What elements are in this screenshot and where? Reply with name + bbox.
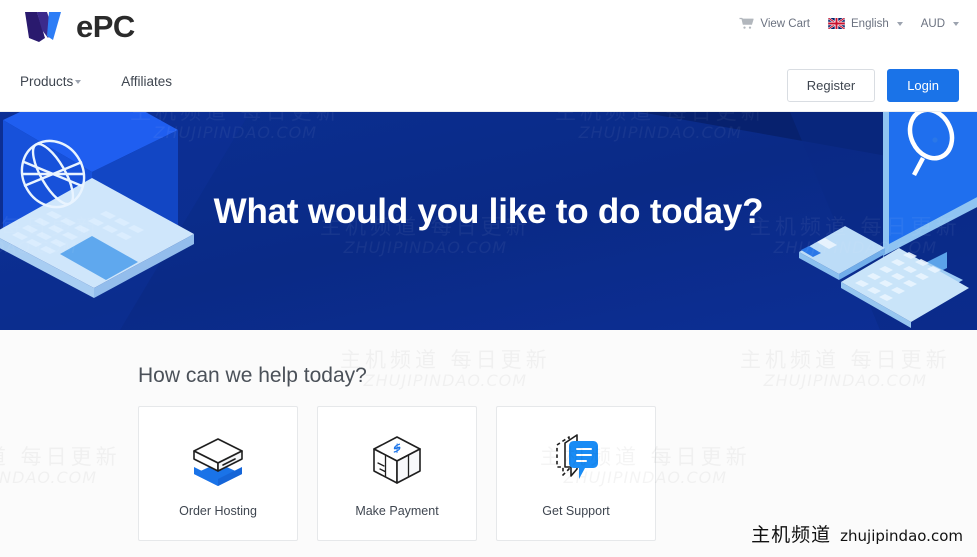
currency-selector[interactable]: AUD <box>921 18 959 30</box>
card-order-hosting-label: Order Hosting <box>179 504 257 518</box>
card-get-support[interactable]: Get Support <box>496 406 656 541</box>
register-button[interactable]: Register <box>786 69 876 102</box>
site-watermark-en: zhujipindao.com <box>840 527 963 545</box>
nav-item-products[interactable]: Products <box>20 74 82 89</box>
language-label: English <box>851 17 889 30</box>
page-root: ePC View Cart English AUD Products Affil… <box>0 0 977 557</box>
chevron-down-icon <box>75 79 82 84</box>
uk-flag-icon <box>828 18 845 29</box>
auth-buttons: Register Login <box>786 69 959 102</box>
server-box-icon <box>193 438 243 486</box>
card-make-payment[interactable]: $ Make Payment <box>317 406 477 541</box>
nav-item-affiliates-label: Affiliates <box>121 74 173 89</box>
cart-icon <box>739 17 754 29</box>
card-get-support-label: Get Support <box>542 504 610 518</box>
nav-item-affiliates[interactable]: Affiliates <box>121 74 172 89</box>
site-watermark-cn: 主机频道 <box>751 524 832 546</box>
hero-title: What would you like to do today? <box>213 192 764 231</box>
top-utility-bar: ePC View Cart English AUD <box>0 0 977 57</box>
language-selector[interactable]: English <box>828 18 903 30</box>
card-make-payment-label: Make Payment <box>355 504 439 518</box>
service-cards: Order Hosting $ Make Payment Get Support <box>138 406 656 541</box>
site-logo[interactable]: ePC <box>23 8 135 44</box>
utility-links: View Cart English AUD <box>739 17 959 30</box>
hero-banner: What would you like to do today? <box>0 112 977 330</box>
site-watermark-badge: 主机频道 zhujipindao.com <box>751 520 963 547</box>
logo-wordmark: ePC <box>76 8 135 44</box>
chevron-down-icon <box>896 21 903 26</box>
nav-item-products-label: Products <box>20 74 74 89</box>
cash-stack-icon: $ <box>373 436 421 484</box>
chat-bubbles-icon <box>556 434 598 479</box>
main-navigation-bar: Products Affiliates Register Login <box>0 57 977 112</box>
wepc-w-mark-icon <box>25 12 61 42</box>
chevron-down-icon <box>953 21 959 26</box>
nav-links: Products Affiliates <box>20 74 172 89</box>
view-cart-link[interactable]: View Cart <box>739 17 810 30</box>
card-order-hosting[interactable]: Order Hosting <box>138 406 298 541</box>
view-cart-label: View Cart <box>760 17 810 30</box>
currency-label: AUD <box>920 17 945 30</box>
login-button[interactable]: Login <box>887 69 959 102</box>
section-title: How can we help today? <box>138 364 367 387</box>
